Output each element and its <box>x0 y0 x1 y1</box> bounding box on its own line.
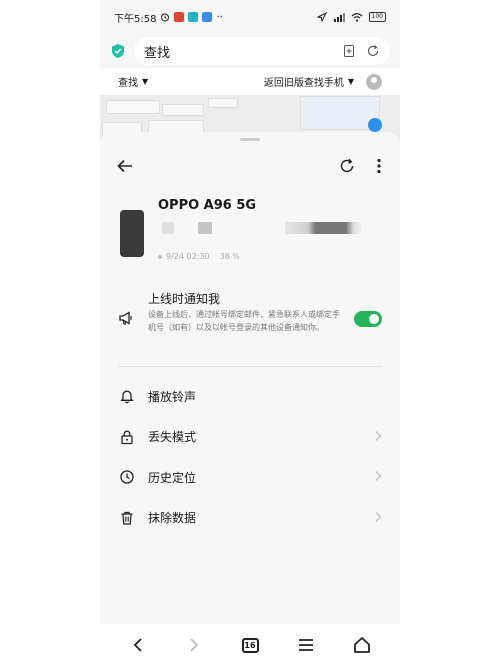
menu-button[interactable] <box>295 634 317 656</box>
home-button[interactable] <box>351 634 373 656</box>
find-dropdown[interactable]: 查找 ▼ <box>118 74 148 89</box>
notify-toggle[interactable] <box>354 311 382 327</box>
divider <box>118 366 382 367</box>
more-notifications: ·· <box>216 11 223 23</box>
address-bar[interactable]: 查找 <box>134 37 390 65</box>
lock-icon <box>121 430 133 444</box>
map-building <box>162 104 204 116</box>
menu-item-location-history[interactable]: 历史定位 <box>100 457 400 498</box>
browser-bottom-nav: 16 <box>100 624 400 666</box>
battery-indicator: 100 <box>368 12 386 22</box>
menu-item-lost-mode[interactable]: 丢失模式 <box>100 417 400 458</box>
wifi-icon <box>351 13 362 22</box>
back-arrow-icon[interactable] <box>116 158 134 174</box>
redacted-info <box>198 222 212 234</box>
caret-down-icon: ▼ <box>347 77 354 86</box>
app-notification-icon <box>202 12 213 22</box>
chevron-left-icon <box>133 638 142 652</box>
redacted-info <box>162 222 174 234</box>
megaphone-icon <box>119 311 132 325</box>
avatar[interactable] <box>366 73 382 90</box>
more-options-icon[interactable] <box>372 157 386 175</box>
redacted-info <box>285 222 361 234</box>
refresh-icon[interactable] <box>338 157 356 175</box>
device-status: 9/24 02:30 38 % <box>158 252 240 261</box>
battery-level: 38 % <box>219 252 240 261</box>
notify-online-section: 上线时通知我 设备上线后，通过帐号绑定邮件、紧急联系人或绑定手机号（如有）以及以… <box>100 290 400 360</box>
menu-item-label: 丢失模式 <box>148 430 197 445</box>
web-header: 查找 ▼ 返回旧版查找手机 ▼ <box>100 68 400 96</box>
chevron-right-icon <box>375 511 382 522</box>
notify-title: 上线时通知我 <box>148 292 221 306</box>
device-image <box>120 210 144 257</box>
chevron-right-icon <box>375 430 382 441</box>
location-icon <box>120 470 134 484</box>
caret-down-icon: ▼ <box>142 77 149 86</box>
map-building <box>106 100 160 114</box>
sheet-handle[interactable] <box>240 138 260 141</box>
nav-forward-button[interactable] <box>183 634 205 656</box>
app-notification-icon <box>174 12 185 22</box>
alarm-icon <box>161 13 170 22</box>
nav-back-button[interactable] <box>127 634 149 656</box>
action-menu: 播放铃声 丢失模式 历史定位 抹除数据 <box>100 376 400 538</box>
device-name: OPPO A96 5G <box>158 198 257 213</box>
map-location-pin[interactable] <box>368 118 382 132</box>
tabs-button[interactable]: 16 <box>239 634 261 656</box>
browser-toolbar: 查找 <box>100 34 400 68</box>
map-building <box>208 98 238 108</box>
old-version-link[interactable]: 返回旧版查找手机 ▼ <box>264 74 354 89</box>
menu-item-erase-data[interactable]: 抹除数据 <box>100 498 400 539</box>
menu-item-label: 播放铃声 <box>148 389 197 404</box>
menu-item-label: 抹除数据 <box>148 511 197 526</box>
bell-icon <box>120 390 134 404</box>
menu-item-play-ringtone[interactable]: 播放铃声 <box>100 376 400 417</box>
bookmark-add-icon[interactable] <box>342 44 356 58</box>
signal-icon <box>333 13 345 22</box>
home-icon <box>354 637 370 653</box>
notify-description: 设备上线后，通过帐号绑定邮件、紧急联系人或绑定手机号（如有）以及以帐号登录的其他… <box>148 310 340 332</box>
offline-dot <box>158 254 162 259</box>
reload-icon[interactable] <box>366 44 380 58</box>
hamburger-icon <box>299 639 313 651</box>
menu-item-label: 历史定位 <box>148 470 197 485</box>
old-version-label: 返回旧版查找手机 <box>263 78 344 89</box>
location-arrow-icon <box>316 12 327 22</box>
page-title: 查找 <box>144 45 171 61</box>
trash-icon <box>121 511 133 525</box>
status-bar: 下午5:58 ·· 100 <box>100 0 400 34</box>
shield-icon[interactable] <box>110 43 126 59</box>
chevron-right-icon <box>190 638 199 652</box>
chevron-right-icon <box>375 471 382 481</box>
find-dropdown-label: 查找 <box>118 78 138 89</box>
tab-count: 16 <box>241 637 259 653</box>
sheet-toolbar <box>100 152 400 180</box>
status-time: 下午5:58 <box>114 13 157 25</box>
device-sheet: OPPO A96 5G 9/24 02:30 38 % 上线时通知我 设备上线后… <box>100 132 400 624</box>
app-notification-icon <box>188 12 199 22</box>
last-seen-time: 9/24 02:30 <box>166 252 210 261</box>
